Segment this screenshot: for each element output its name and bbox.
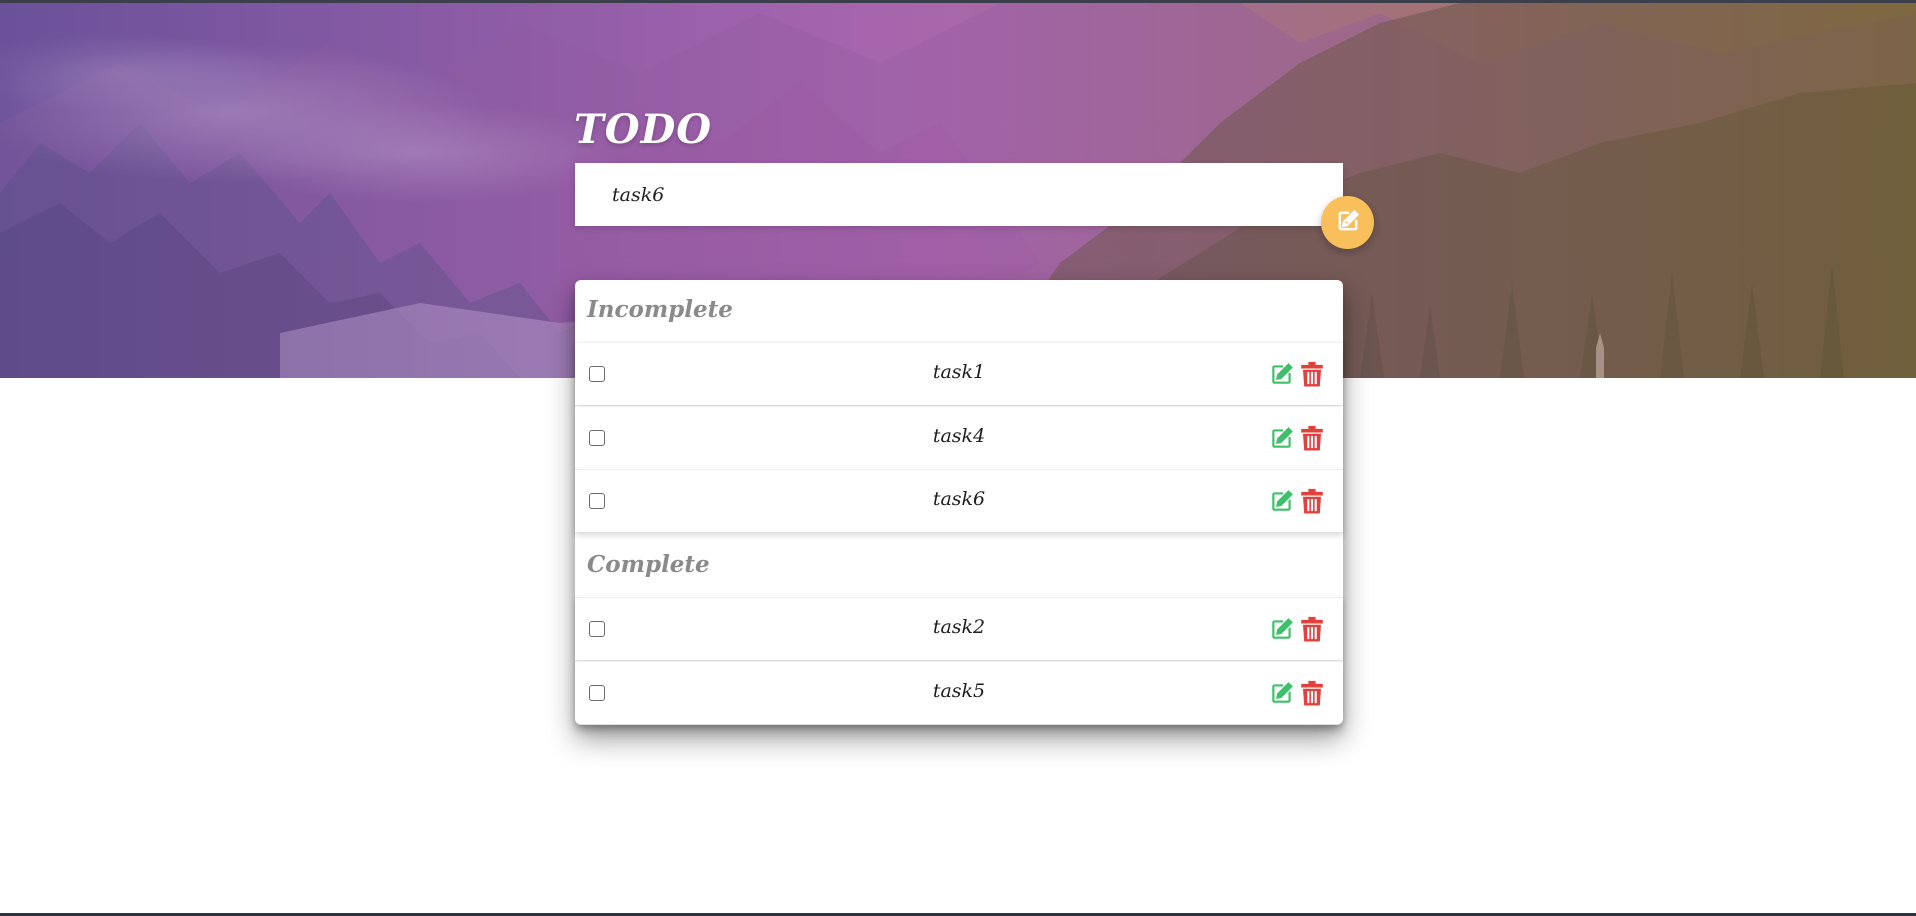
complete-section-title: Complete xyxy=(587,551,710,578)
trash-icon[interactable] xyxy=(1300,488,1324,515)
pencil-square-icon[interactable] xyxy=(1268,361,1296,387)
task-label: task5 xyxy=(932,680,986,702)
pencil-square-icon[interactable] xyxy=(1268,680,1296,706)
task-checkbox[interactable] xyxy=(589,621,605,637)
task-label: task4 xyxy=(932,425,986,447)
app-window: TODO Incomplete task1 task4 xyxy=(0,0,1916,916)
incomplete-section-title: Incomplete xyxy=(587,296,733,323)
task-row-complete: task2 xyxy=(575,597,1343,660)
task-checkbox[interactable] xyxy=(589,366,605,382)
task-checkbox[interactable] xyxy=(589,430,605,446)
task-row-incomplete: task4 xyxy=(575,406,1343,469)
task-checkbox[interactable] xyxy=(589,685,605,701)
trash-icon[interactable] xyxy=(1300,616,1324,643)
trash-icon[interactable] xyxy=(1300,361,1324,388)
pencil-square-icon[interactable] xyxy=(1268,616,1296,642)
task-checkbox[interactable] xyxy=(589,493,605,509)
trash-icon[interactable] xyxy=(1300,680,1324,707)
task-label: task1 xyxy=(932,361,986,383)
add-task-button[interactable] xyxy=(1321,196,1374,249)
task-label: task6 xyxy=(932,488,986,510)
pencil-square-icon[interactable] xyxy=(1268,425,1296,451)
pencil-square-icon[interactable] xyxy=(1268,488,1296,514)
task-row-incomplete: task6 xyxy=(575,469,1343,532)
trash-icon[interactable] xyxy=(1300,425,1324,452)
task-card: Incomplete task1 task4 task6 Complete ta… xyxy=(575,280,1343,725)
new-task-input[interactable] xyxy=(575,163,1343,226)
task-row-complete: task5 xyxy=(575,661,1343,724)
app-title: TODO xyxy=(574,106,713,153)
task-row-incomplete: task1 xyxy=(575,342,1343,405)
task-label: task2 xyxy=(932,616,986,638)
pencil-square-icon xyxy=(1334,207,1362,238)
